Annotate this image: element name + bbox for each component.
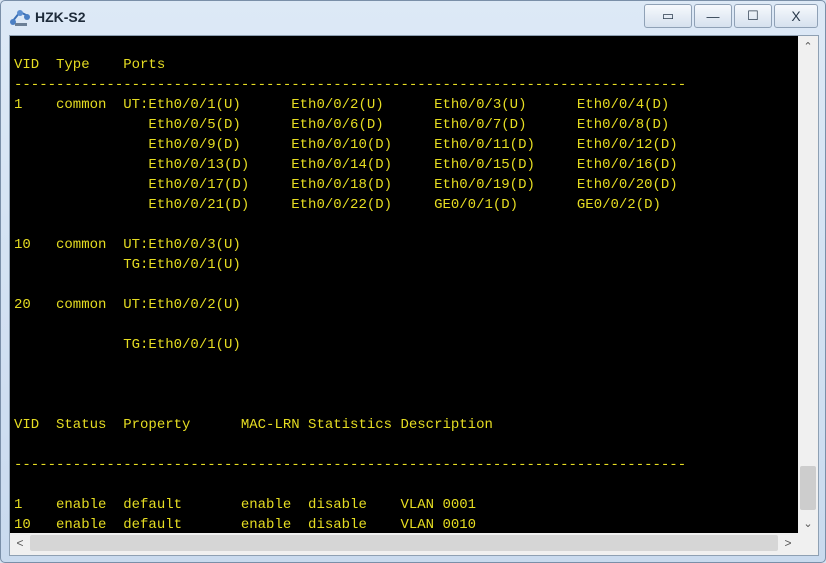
terminal-line: Eth0/0/13(D) Eth0/0/14(D) Eth0/0/15(D) E… — [14, 157, 678, 173]
title-bar[interactable]: HZK-S2 ▭ — ☐ X — [1, 1, 825, 33]
window-title: HZK-S2 — [35, 9, 86, 25]
terminal-line: ----------------------------------------… — [14, 457, 687, 473]
terminal-line: 10 common UT:Eth0/0/3(U) — [14, 237, 241, 253]
scroll-down-button[interactable]: ⌄ — [798, 513, 818, 533]
close-icon: X — [791, 8, 801, 24]
scroll-up-button[interactable]: ⌃ — [798, 36, 818, 56]
terminal-line: Eth0/0/9(D) Eth0/0/10(D) Eth0/0/11(D) Et… — [14, 137, 678, 153]
terminal-line: Eth0/0/5(D) Eth0/0/6(D) Eth0/0/7(D) Eth0… — [14, 117, 670, 133]
terminal-line: 1 common UT:Eth0/0/1(U) Eth0/0/2(U) Eth0… — [14, 97, 670, 113]
network-switch-icon — [10, 10, 30, 26]
close-button[interactable]: X — [774, 4, 818, 28]
extra-caption-button[interactable]: ▭ — [644, 4, 692, 28]
terminal-line: 1 enable default enable disable VLAN 000… — [14, 497, 477, 513]
chevron-right-icon: > — [784, 536, 792, 550]
terminal-line: Eth0/0/21(D) Eth0/0/22(D) GE0/0/1(D) GE0… — [14, 197, 661, 213]
terminal-line: 20 common UT:Eth0/0/2(U) — [14, 297, 241, 313]
scroll-right-button[interactable]: > — [778, 533, 798, 553]
terminal-line: Eth0/0/17(D) Eth0/0/18(D) Eth0/0/19(D) E… — [14, 177, 678, 193]
terminal-line: 10 enable default enable disable VLAN 00… — [14, 517, 477, 533]
scrollbar-corner — [798, 533, 818, 553]
terminal-line: TG:Eth0/0/1(U) — [14, 337, 241, 353]
chevron-up-icon: ⌃ — [803, 40, 813, 53]
minimize-button[interactable]: — — [694, 4, 732, 28]
maximize-button[interactable]: ☐ — [734, 4, 772, 28]
terminal-lines: VID Type Ports --------------------------… — [14, 55, 686, 533]
horizontal-scroll-thumb[interactable] — [30, 535, 778, 551]
vertical-scroll-thumb[interactable] — [800, 466, 816, 510]
chevron-left-icon: < — [16, 536, 24, 550]
terminal-output[interactable]: VID Type Ports --------------------------… — [10, 36, 798, 533]
terminal-window: HZK-S2 ▭ — ☐ X VID Type Ports -----------… — [0, 0, 826, 563]
horizontal-scrollbar[interactable]: < > — [10, 533, 798, 553]
terminal-line: VID Type Ports — [14, 57, 166, 73]
vertical-scrollbar[interactable]: ⌃ ⌄ — [798, 36, 818, 533]
scroll-left-button[interactable]: < — [10, 533, 30, 553]
console-area: VID Type Ports --------------------------… — [9, 35, 819, 556]
terminal-line: TG:Eth0/0/1(U) — [14, 257, 241, 273]
chevron-down-icon: ⌄ — [803, 517, 813, 530]
window-icon: ▭ — [661, 8, 675, 23]
maximize-icon: ☐ — [747, 8, 759, 23]
terminal-line: VID Status Property MAC-LRN Statistics D… — [14, 417, 493, 433]
minimize-icon: — — [706, 8, 720, 24]
terminal-line: ----------------------------------------… — [14, 77, 687, 93]
